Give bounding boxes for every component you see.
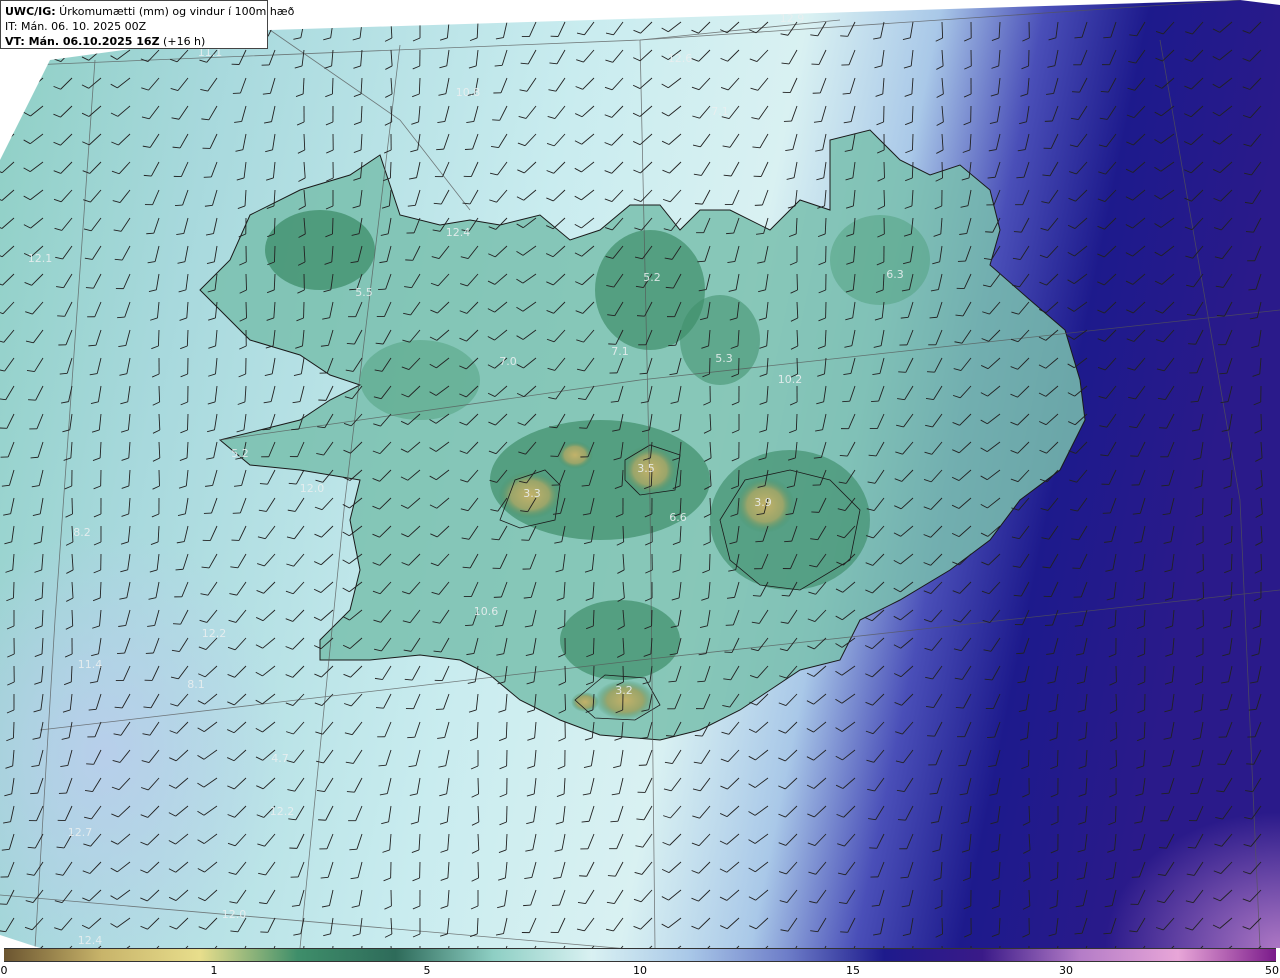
precip-value-label: 12.2 <box>202 627 227 640</box>
precip-value-label: 3.9 <box>754 496 772 509</box>
precip-value-label: 12.2 <box>270 805 295 818</box>
map-title: UWC/IG: Úrkomumætti (mm) og vindur í 100… <box>5 5 295 18</box>
colorbar-tick-label: 1 <box>210 964 218 977</box>
precip-value-label: 12.6 <box>668 52 693 65</box>
precip-value-label: 4.7 <box>271 752 289 765</box>
precip-value-label: 7.0 <box>499 355 517 368</box>
precip-value-label: 12.4 <box>78 934 103 947</box>
precip-value-label: 6.3 <box>886 268 904 281</box>
precip-value-label: 12.0 <box>222 908 247 921</box>
precip-value-label: 5.3 <box>715 352 733 365</box>
precip-value-label: 12.4 <box>446 226 471 239</box>
precip-value-label: 10.2 <box>778 373 803 386</box>
precipitation-map[interactable]: 12.911.1 12.610.87.112.112.45.55.2 6.35.31… <box>0 0 1280 948</box>
precip-value-label: 10.8 <box>456 86 481 99</box>
precip-value-label: 5.2 <box>231 447 249 460</box>
precip-value-label: 3.2 <box>615 684 633 697</box>
precip-value-label: 5.2 <box>643 271 661 284</box>
precip-value-label: 6.6 <box>669 511 687 524</box>
precip-value-label: 8.1 <box>187 678 205 691</box>
precip-value-label: 8.2 <box>73 526 91 539</box>
colorbar-tick-label: 50 <box>1265 964 1279 977</box>
precip-value-label: 3.3 <box>523 487 541 500</box>
colorbar-tick-label: 5 <box>423 964 431 977</box>
colorbar-tick-label: 0 <box>0 964 8 977</box>
precip-value-label: 7.1 <box>611 345 629 358</box>
precip-value-label: 12.1 <box>28 252 53 265</box>
precip-value-label: 3.5 <box>637 462 655 475</box>
valid-time: VT: Mán. 06.10.2025 16Z (+16 h) <box>5 35 206 48</box>
colorbar-strip <box>4 948 1276 962</box>
precip-value-label: 12.0 <box>300 482 325 495</box>
map-title-box: UWC/IG: Úrkomumætti (mm) og vindur í 100… <box>0 0 295 49</box>
map-panel[interactable]: 12.9 11.1 12.6 10.8 7.1 12.1 12.4 5.5 5.2 6.3 5.3 1… <box>0 0 1280 948</box>
colorbar-tick-label: 15 <box>846 964 860 977</box>
colorbar-tick-label: 10 <box>633 964 647 977</box>
precip-value-label: 11.4 <box>78 658 103 671</box>
colorbar-tick-label: 30 <box>1059 964 1073 977</box>
precip-value-label: 7.1 <box>711 105 729 118</box>
initial-time: IT: Mán. 06. 10. 2025 00Z <box>5 20 147 33</box>
colorbar: 0 1 5 10 15 30 50 <box>0 948 1280 978</box>
precip-value-label: 5.5 <box>355 286 373 299</box>
precip-value-label: 12.7 <box>68 826 93 839</box>
precip-value-label: 10.6 <box>474 605 499 618</box>
